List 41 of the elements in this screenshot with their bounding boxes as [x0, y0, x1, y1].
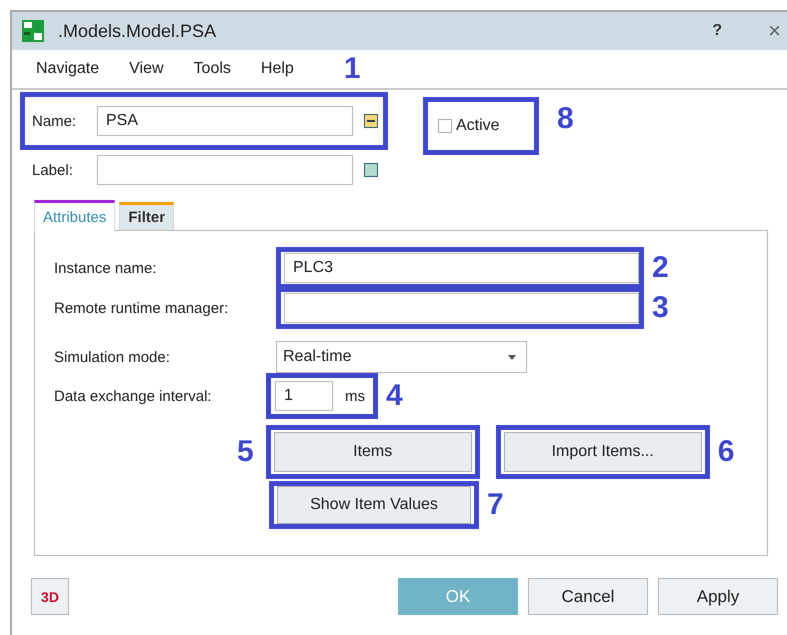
field-label: Name: — [32, 112, 78, 130]
name-field[interactable]: PSA — [97, 106, 353, 136]
callout-number: 3 — [652, 293, 669, 323]
window-title: .Models.Model.PSA — [58, 20, 216, 42]
tab[interactable]: Attributes — [34, 200, 116, 231]
callout-number: 7 — [487, 490, 504, 520]
close-button[interactable]: × — [768, 18, 781, 44]
field-label: Instance name: — [54, 260, 158, 276]
simulation-mode-dropdown[interactable]: Real-time — [276, 341, 527, 373]
show-values-button[interactable]: Show Item Values — [277, 486, 471, 524]
items-button[interactable]: Items — [274, 432, 472, 472]
active-checkbox[interactable]: Active — [438, 117, 500, 135]
field-label: Remote runtime manager: — [54, 300, 230, 316]
label-field[interactable] — [97, 155, 353, 185]
callout-number: 6 — [718, 437, 734, 467]
callout-number: 2 — [652, 253, 669, 283]
unit-label: ms — [345, 388, 365, 404]
dialog-button[interactable]: Apply — [658, 578, 778, 615]
menu-item[interactable]: Tools — [190, 60, 235, 78]
remote-manager-field[interactable] — [284, 293, 639, 323]
field-label: Label: — [32, 162, 74, 178]
menu-item[interactable]: View — [125, 60, 168, 78]
view-3d-button[interactable]: 3D — [31, 578, 69, 615]
minus-square-icon[interactable] — [364, 114, 378, 128]
callout-number: 5 — [237, 437, 254, 467]
help-button[interactable]: ? — [712, 22, 722, 40]
import-items-button[interactable]: Import Items... — [504, 432, 702, 472]
field-label: Data exchange interval: — [54, 388, 213, 404]
instance-name-field[interactable]: PLC3 — [284, 253, 639, 283]
square-icon[interactable] — [364, 163, 378, 177]
tab[interactable]: Filter — [119, 202, 174, 230]
callout-number: 1 — [344, 54, 360, 84]
menu-item[interactable]: Help — [256, 60, 298, 78]
dropdown-arrow-icon — [508, 354, 516, 360]
interval-field[interactable]: 1 — [275, 381, 333, 411]
callout-number: 8 — [557, 104, 574, 134]
dialog-button[interactable]: Cancel — [528, 578, 648, 615]
callout-number: 4 — [386, 381, 403, 411]
app-logo-icon — [22, 20, 44, 42]
menu-item[interactable]: Navigate — [32, 60, 104, 78]
field-label: Simulation mode: — [54, 348, 171, 366]
